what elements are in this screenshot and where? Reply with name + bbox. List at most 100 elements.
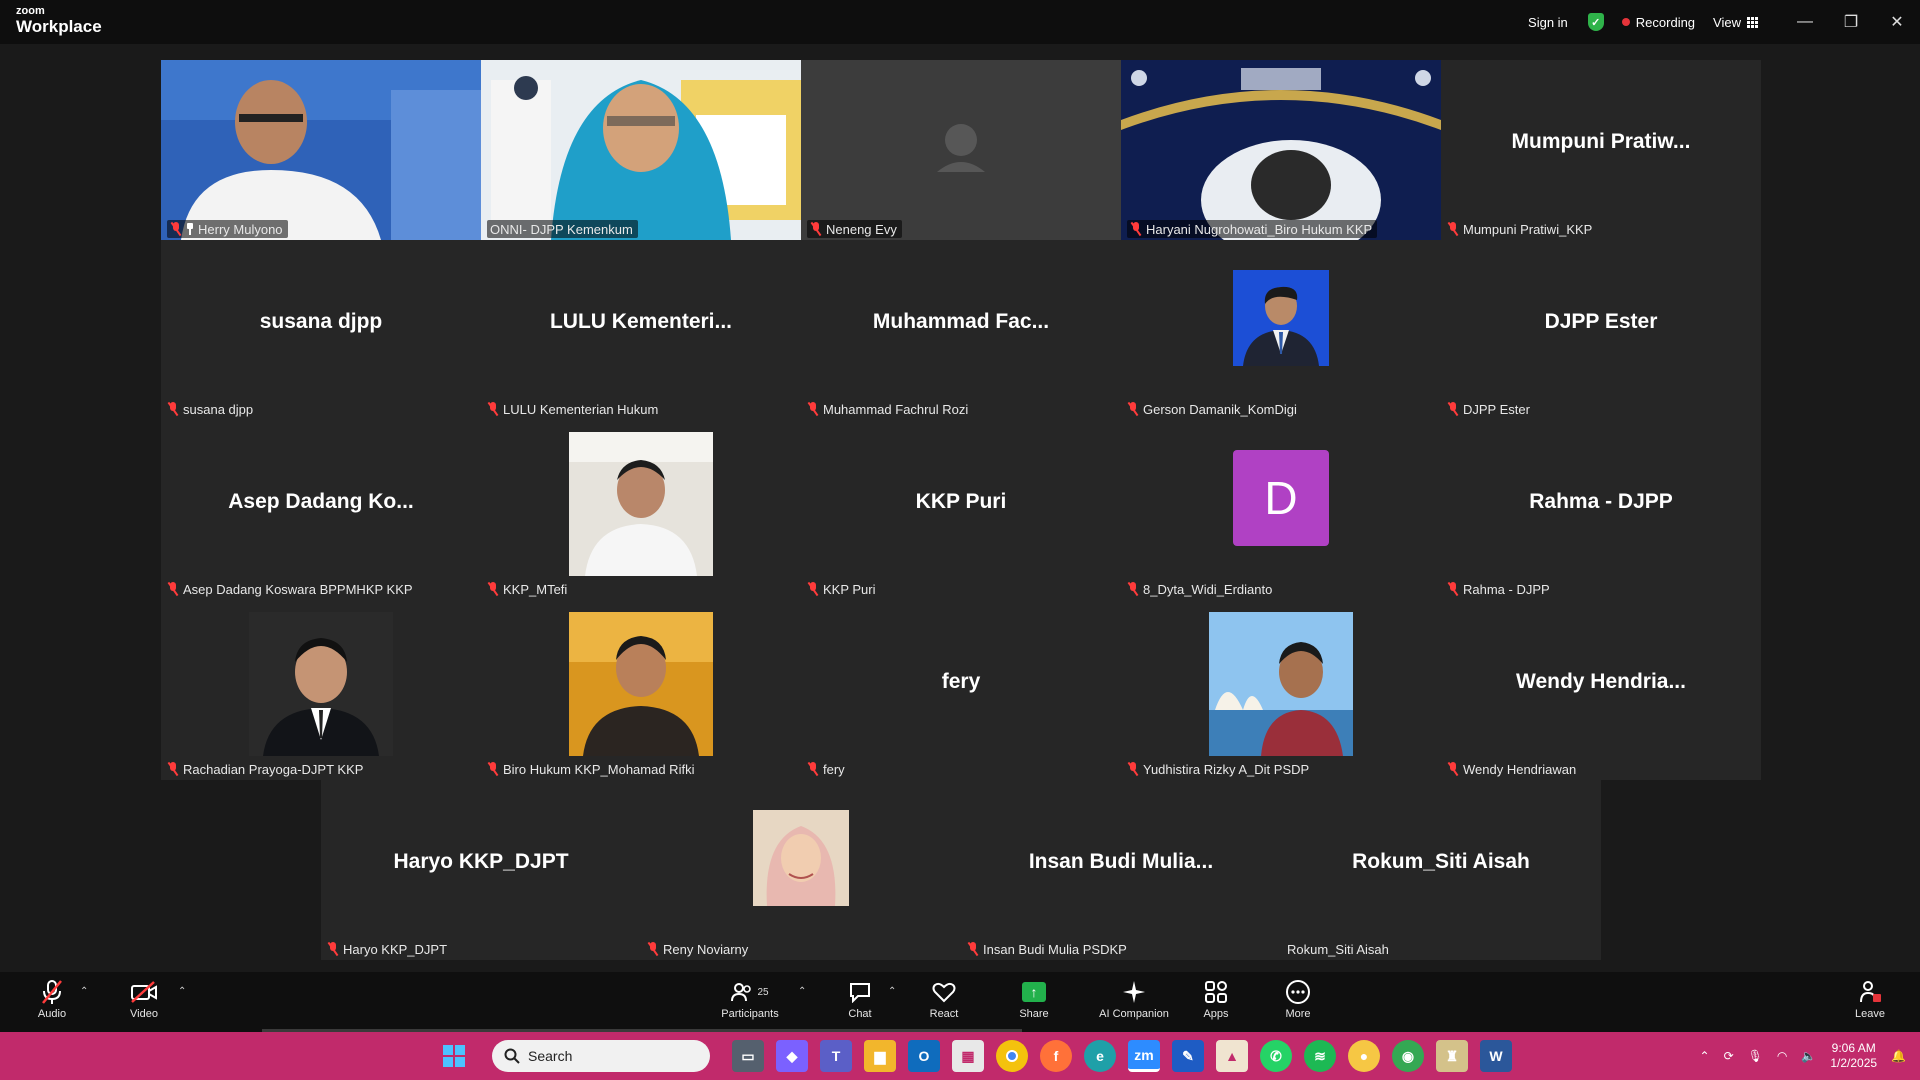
paint-app-icon[interactable]: ▲ <box>1216 1040 1248 1072</box>
recording-indicator[interactable]: Recording <box>1621 15 1695 30</box>
edge-icon[interactable]: e <box>1084 1040 1116 1072</box>
share-button[interactable]: ↑ Share <box>998 978 1070 1020</box>
react-button[interactable]: React <box>908 978 980 1020</box>
leave-button[interactable]: Leave <box>1834 978 1906 1020</box>
more-button[interactable]: More <box>1262 978 1334 1020</box>
participant-tile[interactable]: Yudhistira Rizky A_Dit PSDP <box>1121 600 1441 780</box>
name-text: LULU Kementerian Hukum <box>503 401 659 417</box>
participant-name-label: Asep Dadang Koswara BPPMHKP KKP <box>167 580 413 598</box>
heart-icon <box>932 982 956 1003</box>
minimize-button[interactable]: — <box>1782 0 1828 44</box>
firefox-icon[interactable]: f <box>1040 1040 1072 1072</box>
chrome-icon[interactable] <box>996 1040 1028 1072</box>
participant-tile[interactable]: Reny Noviarny <box>641 780 961 960</box>
zoom-taskbar-icon[interactable]: zm <box>1128 1040 1160 1072</box>
participant-name-label: Insan Budi Mulia PSDKP <box>967 940 1127 958</box>
profile-picture <box>569 612 713 756</box>
editor-app-icon[interactable]: ✎ <box>1172 1040 1204 1072</box>
chrome-profile-icon[interactable]: ◉ <box>1392 1040 1424 1072</box>
audio-button[interactable]: Audio <box>16 978 88 1020</box>
audio-options-chevron-icon[interactable]: ⌃ <box>80 986 88 997</box>
participant-tile[interactable]: Haryo KKP_DJPT Haryo KKP_DJPT <box>321 780 641 960</box>
participant-tile-active-speaker[interactable]: ONNI- DJPP Kemenkum <box>481 60 801 240</box>
mic-muted-icon <box>42 980 62 1004</box>
apps-button[interactable]: Apps <box>1180 978 1252 1020</box>
participant-tile[interactable]: Muhammad Fac... Muhammad Fachrul Rozi <box>801 240 1121 420</box>
date-text: 1/2/2025 <box>1830 1056 1878 1070</box>
participants-options-chevron-icon[interactable]: ⌃ <box>798 986 806 997</box>
title-bar: zoom Workplace Sign in ✓ Recording View … <box>0 0 1920 44</box>
participant-tile[interactable]: Rachadian Prayoga-DJPT KKP <box>161 600 481 780</box>
name-text: Rahma - DJPP <box>1463 581 1550 597</box>
participant-name-label: Herry Mulyono <box>167 220 288 238</box>
name-text: KKP Puri <box>823 581 876 597</box>
sync-icon[interactable]: ⟳ <box>1724 1049 1734 1063</box>
chat-options-chevron-icon[interactable]: ⌃ <box>888 986 896 997</box>
participant-tile[interactable]: Gerson Damanik_KomDigi <box>1121 240 1441 420</box>
profile-picture <box>1209 612 1353 756</box>
volume-icon[interactable]: 🔈 <box>1801 1049 1816 1063</box>
close-button[interactable]: ✕ <box>1874 0 1920 44</box>
participant-tile[interactable]: susana djpp susana djpp <box>161 240 481 420</box>
whatsapp-icon[interactable]: ✆ <box>1260 1040 1292 1072</box>
mic-off-icon <box>170 222 182 236</box>
participant-tile[interactable]: Insan Budi Mulia... Insan Budi Mulia PSD… <box>961 780 1281 960</box>
participant-tile[interactable]: Herry Mulyono <box>161 60 481 240</box>
taskbar-search-input[interactable]: Search <box>492 1040 710 1072</box>
participant-name-label: 8_Dyta_Widi_Erdianto <box>1127 580 1272 598</box>
participant-tile[interactable]: KKP_MTefi <box>481 420 801 600</box>
view-button[interactable]: View <box>1713 15 1758 30</box>
chevron-up-icon[interactable]: ⌃ <box>1700 1049 1710 1063</box>
participant-tile[interactable]: Asep Dadang Ko... Asep Dadang Koswara BP… <box>161 420 481 600</box>
mic-off-icon <box>1447 582 1459 596</box>
participant-name-label: KKP Puri <box>807 580 876 598</box>
participant-display-name: Muhammad Fac... <box>872 310 1050 333</box>
participant-tile[interactable]: fery fery <box>801 600 1121 780</box>
word-icon[interactable]: W <box>1480 1040 1512 1072</box>
encryption-shield-icon[interactable]: ✓ <box>1587 13 1604 31</box>
sign-in-link[interactable]: Sign in <box>1528 15 1568 30</box>
ai-companion-button[interactable]: AI Companion <box>1094 978 1174 1020</box>
participant-tile[interactable]: Rahma - DJPP Rahma - DJPP <box>1441 420 1761 600</box>
participant-tile[interactable]: Haryani Nugrohowati_Biro Hukum KKP <box>1121 60 1441 240</box>
participants-button[interactable]: 25 Participants <box>714 978 786 1020</box>
name-text: KKP_MTefi <box>503 581 568 597</box>
sparkle-icon <box>1123 981 1145 1003</box>
participant-display-name: Rokum_Siti Aisah <box>1352 850 1530 873</box>
participant-tile[interactable]: LULU Kementeri... LULU Kementerian Hukum <box>481 240 801 420</box>
video-options-chevron-icon[interactable]: ⌃ <box>178 986 186 997</box>
mic-off-icon <box>810 222 822 236</box>
file-explorer-icon[interactable]: ▆ <box>864 1040 896 1072</box>
name-text: Mumpuni Pratiwi_KKP <box>1463 221 1593 237</box>
participant-video <box>161 60 481 240</box>
chat-button[interactable]: Chat <box>824 978 896 1020</box>
notification-bell-icon[interactable]: 🔔 <box>1891 1049 1906 1063</box>
restore-button[interactable]: ❐ <box>1828 0 1874 44</box>
participant-tile[interactable]: Mumpuni Pratiw... Mumpuni Pratiwi_KKP <box>1441 60 1761 240</box>
copilot-icon[interactable]: ◆ <box>776 1040 808 1072</box>
participant-tile[interactable]: Wendy Hendria... Wendy Hendriawan <box>1441 600 1761 780</box>
microsoft-store-icon[interactable]: ▦ <box>952 1040 984 1072</box>
wifi-icon[interactable]: ◠ <box>1777 1049 1787 1063</box>
windows-start-icon[interactable] <box>438 1040 470 1072</box>
audio-label: Audio <box>37 1008 67 1020</box>
video-button[interactable]: Video <box>108 978 180 1020</box>
pin-icon <box>186 223 194 235</box>
outlook-icon[interactable]: O <box>908 1040 940 1072</box>
participant-tile[interactable]: Neneng Evy <box>801 60 1121 240</box>
name-text: susana djpp <box>183 401 254 417</box>
time-text: 9:06 AM <box>1831 1041 1876 1055</box>
participant-tile[interactable]: Rokum_Siti Aisah Rokum_Siti Aisah <box>1281 780 1601 960</box>
task-view-icon[interactable]: ▭ <box>732 1040 764 1072</box>
game-app-icon[interactable]: ♜ <box>1436 1040 1468 1072</box>
participant-name-label: Rahma - DJPP <box>1447 580 1550 598</box>
app-icon[interactable]: ● <box>1348 1040 1380 1072</box>
participant-tile[interactable]: DJPP Ester DJPP Ester <box>1441 240 1761 420</box>
participant-tile[interactable]: D 8_Dyta_Widi_Erdianto <box>1121 420 1441 600</box>
participant-tile[interactable]: Biro Hukum KKP_Mohamad Rifki <box>481 600 801 780</box>
participant-tile[interactable]: KKP Puri KKP Puri <box>801 420 1121 600</box>
teams-icon[interactable]: T <box>820 1040 852 1072</box>
microphone-icon[interactable]: 🎙 <box>1748 1049 1763 1063</box>
clock[interactable]: 9:06 AM 1/2/2025 <box>1830 1041 1877 1071</box>
spotify-icon[interactable]: ≋ <box>1304 1040 1336 1072</box>
